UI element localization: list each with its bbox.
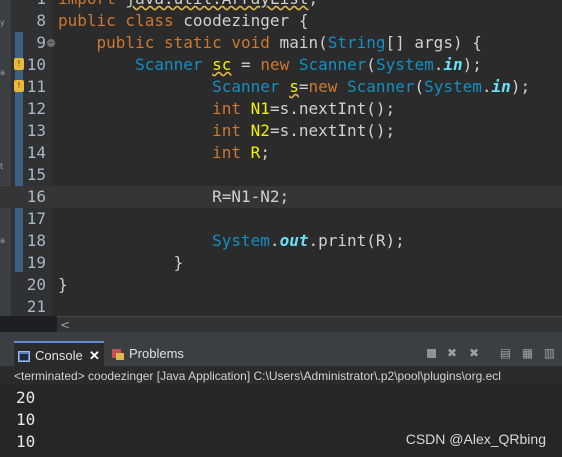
code-line: 15 [0, 164, 562, 186]
problems-icon [112, 349, 124, 361]
console-output-line: 10 [16, 410, 36, 429]
console-icon [18, 351, 30, 363]
line-number: 16 [26, 187, 46, 206]
line-number: 19 [26, 253, 46, 272]
line-number: 14 [26, 143, 46, 162]
code-line: 9− public static void main(String[] args… [0, 32, 562, 54]
line-number: 12 [26, 99, 46, 118]
line-number: 18 [26, 231, 46, 250]
code-line: 18 System.out.print(R); [0, 230, 562, 252]
remove-all-icon[interactable]: ✖ [468, 347, 480, 359]
horizontal-scrollbar[interactable]: < [57, 316, 562, 333]
line-number: 9 [36, 33, 46, 52]
code-line-partial: 1 import java.util.ArrayList; [0, 0, 562, 10]
word-wrap-icon[interactable]: ▥ [543, 347, 556, 359]
code-line: 21 [0, 296, 562, 316]
code-line: 14 int R; [0, 142, 562, 164]
scroll-lock-icon[interactable]: ▦ [521, 347, 534, 359]
line-number: 15 [26, 165, 46, 184]
code-text: R=N1-N2; [58, 187, 290, 206]
console-output-line: 10 [16, 432, 36, 451]
code-line: 20} [0, 274, 562, 296]
code-line: 10! Scanner sc = new Scanner(System.in); [0, 54, 562, 76]
watermark-text: CSDN @Alex_QRbing [405, 431, 546, 447]
close-icon[interactable]: ✕ [89, 343, 100, 368]
pane-separator[interactable] [0, 332, 562, 341]
remove-launch-icon[interactable]: ✖ [446, 347, 458, 359]
warning-icon[interactable]: ! [14, 80, 24, 92]
code-line: 11! Scanner s=new Scanner(System.in); [0, 76, 562, 98]
line-number: 13 [26, 121, 46, 140]
console-status-line: <terminated> coodezinger [Java Applicati… [0, 367, 562, 385]
code-line: 17 [0, 208, 562, 230]
code-editor[interactable]: y a t l a 1 import java.util.ArrayList; … [0, 0, 562, 316]
clear-console-icon[interactable]: ▤ [499, 347, 512, 359]
code-text: int N1=s.nextInt(); [212, 99, 396, 118]
code-line: 8 public class coodezinger { [0, 10, 562, 32]
line-number: 21 [26, 297, 46, 316]
code-text: public static void main(String[] args) { [96, 33, 482, 52]
warning-icon[interactable]: ! [14, 58, 24, 70]
line-number: 20 [26, 275, 46, 294]
code-text: } [58, 253, 184, 272]
scroll-left-icon[interactable]: < [60, 317, 70, 333]
code-text: System.out.print(R); [212, 231, 405, 250]
code-text: } [58, 275, 68, 294]
code-line: 13 int N2=s.nextInt(); [0, 120, 562, 142]
code-text: import java.util.ArrayList; [58, 0, 318, 10]
code-line: 19 } [0, 252, 562, 274]
console-output-line: 20 [16, 388, 36, 407]
code-text: int R; [212, 143, 270, 162]
line-number: 8 [36, 11, 46, 30]
line-number: 1 [0, 0, 46, 10]
fold-collapse-icon[interactable]: − [47, 39, 55, 47]
terminate-icon[interactable] [427, 349, 436, 358]
code-text: public class coodezinger { [58, 11, 309, 30]
code-text: Scanner s=new Scanner(System.in); [212, 77, 531, 96]
code-text: int N2=s.nextInt(); [212, 121, 396, 140]
line-number: 17 [26, 209, 46, 228]
code-line: 16 R=N1-N2; [0, 186, 562, 208]
bottom-panel-tabs: Console ✕ Problems ✖ ✖ ▤ ▦ ▥ [0, 341, 562, 367]
code-text: Scanner sc = new Scanner(System.in); [135, 55, 482, 74]
tab-console[interactable]: Console ✕ [14, 341, 104, 366]
tab-problems[interactable]: Problems [112, 341, 184, 366]
code-line: 12 int N1=s.nextInt(); [0, 98, 562, 120]
tab-console-label: Console [35, 348, 83, 363]
tab-problems-label: Problems [129, 346, 184, 361]
